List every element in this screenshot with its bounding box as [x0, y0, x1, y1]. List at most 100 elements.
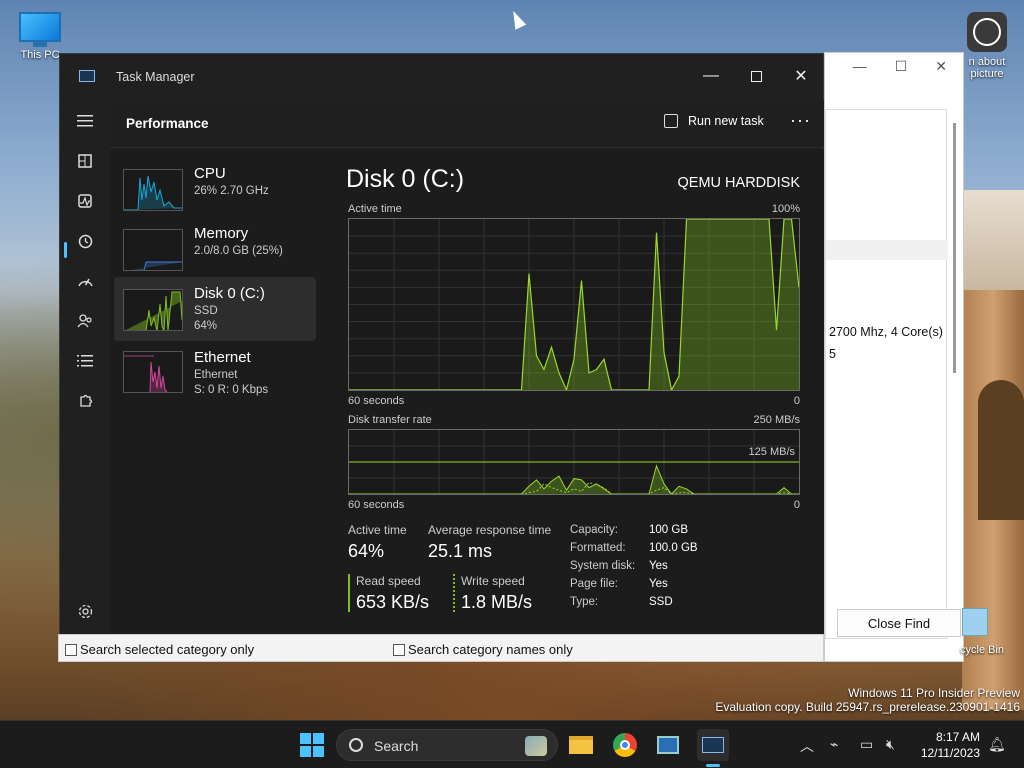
- network-icon[interactable]: ⌁: [830, 736, 838, 753]
- ethernet-thumbnail: [123, 351, 183, 393]
- property-type: Type: SSD: [570, 596, 673, 608]
- notifications-icon[interactable]: 🔔︎: [988, 736, 1006, 753]
- maximize-icon[interactable]: ☐: [895, 58, 908, 76]
- property-formatted: Formatted: 100.0 GB: [570, 542, 698, 554]
- memory-usage: 2.0/8.0 GB (25%): [194, 245, 283, 257]
- maximize-icon: [750, 70, 762, 82]
- find-bar: Search selected category only Search cat…: [58, 634, 824, 662]
- disk-name: Disk 0 (C:): [194, 285, 265, 302]
- cpu-thumbnail: [123, 169, 183, 211]
- read-speed-indicator: [348, 574, 350, 612]
- clock-time: 8:17 AM: [935, 730, 980, 744]
- file-explorer-button[interactable]: [565, 729, 597, 761]
- windows-logo-icon: [300, 733, 324, 757]
- property-page-file: Page file: Yes: [570, 578, 668, 590]
- write-speed-value: 1.8 MB/s: [461, 592, 533, 612]
- active-app-indicator: [706, 764, 720, 767]
- close-find-button[interactable]: Close Find: [837, 609, 961, 637]
- command-bar: Performance Run new task ···: [110, 100, 824, 148]
- disk-model: QEMU HARDDISK: [677, 175, 800, 191]
- navigation-rail: [60, 100, 110, 634]
- system-info-button[interactable]: [652, 729, 684, 761]
- camera-icon: [967, 12, 1007, 52]
- search-highlight-icon: [525, 736, 547, 756]
- search-names-label: Search category names only: [408, 642, 573, 657]
- page-title: Performance: [126, 116, 209, 131]
- settings-icon[interactable]: [74, 600, 96, 622]
- display-icon[interactable]: ▭: [860, 736, 873, 753]
- evaluation-watermark: Windows 11 Pro Insider Preview Evaluatio…: [715, 686, 1020, 714]
- close-icon: ✕: [794, 68, 808, 85]
- minimize-button[interactable]: —: [696, 62, 726, 90]
- search-icon: [349, 738, 363, 752]
- transfer-rate-graph: 125 MB/s: [348, 429, 800, 495]
- perf-item-ethernet[interactable]: Ethernet Ethernet S: 0 R: 0 Kbps: [114, 343, 316, 407]
- app-history-icon[interactable]: [74, 230, 96, 252]
- taskbar-search[interactable]: Search: [336, 729, 558, 761]
- transfer-rate-graph-label: Disk transfer rate: [348, 414, 432, 426]
- wallpaper-arch: [978, 380, 1024, 520]
- performance-sidebar: CPU 26% 2.70 GHz Memory 2.0/8.0 GB (25%)…: [110, 149, 322, 634]
- perf-item-disk[interactable]: Disk 0 (C:) SSD 64%: [114, 277, 316, 341]
- startup-apps-icon[interactable]: [74, 270, 96, 292]
- checkbox-icon: [65, 643, 77, 656]
- ethernet-throughput: S: 0 R: 0 Kbps: [194, 384, 269, 396]
- list-row[interactable]: [826, 240, 948, 260]
- menu-icon[interactable]: [74, 110, 96, 132]
- close-button[interactable]: ✕: [786, 62, 816, 90]
- perf-item-cpu[interactable]: CPU 26% 2.70 GHz: [114, 157, 316, 221]
- task-manager-taskbar-button[interactable]: [697, 729, 729, 761]
- task-manager-window: Task Manager — ✕ Performance Run new tas…: [59, 53, 824, 634]
- title-bar[interactable]: Task Manager — ✕: [60, 54, 823, 100]
- more-options-button[interactable]: ···: [790, 110, 811, 131]
- graph1-x-right: 0: [793, 395, 800, 407]
- clock-date: 12/11/2023: [920, 746, 980, 760]
- cpu-usage: 26% 2.70 GHz: [194, 185, 269, 197]
- start-button[interactable]: [296, 729, 328, 761]
- taskbar-clock[interactable]: 8:17 AM 12/11/2023: [908, 729, 980, 761]
- details-icon[interactable]: [74, 350, 96, 372]
- minimize-icon: —: [703, 67, 719, 84]
- disk-detail-panel: Disk 0 (C:) QEMU HARDDISK Active time 10…: [322, 149, 824, 634]
- graph1-x-left: 60 seconds: [348, 395, 405, 407]
- volume-muted-icon[interactable]: 🔇︎: [886, 736, 895, 753]
- monitor-icon: [19, 12, 61, 42]
- memory-thumbnail: [123, 229, 183, 271]
- task-manager-icon: [702, 737, 724, 753]
- search-selected-checkbox[interactable]: Search selected category only: [65, 642, 254, 657]
- active-time-label: Active time: [348, 523, 407, 537]
- processor-text-2: 5: [829, 347, 836, 361]
- scrollbar[interactable]: [953, 123, 956, 373]
- active-time-graph-max: 100%: [771, 203, 800, 215]
- performance-icon[interactable]: [74, 190, 96, 212]
- recycle-bin-icon[interactable]: cycle Bin: [960, 608, 1024, 656]
- minimize-icon[interactable]: —: [853, 58, 867, 76]
- avg-response-value: 25.1 ms: [428, 541, 493, 561]
- active-time-chart: [349, 218, 800, 392]
- mouse-cursor: [507, 8, 527, 30]
- active-time-value: 64%: [348, 541, 385, 561]
- taskbar: Search ︿ ⌁ ▭ 🔇︎ 8:17 AM 12/11/2023 🔔︎: [0, 720, 1024, 768]
- processor-text: 2700 Mhz, 4 Core(s): [829, 325, 943, 339]
- services-icon[interactable]: [74, 390, 96, 412]
- users-icon[interactable]: [74, 310, 96, 332]
- watermark-line-1: Windows 11 Pro Insider Preview: [848, 686, 1020, 700]
- system-info-icon: [657, 736, 679, 754]
- transfer-rate-chart: [349, 430, 799, 495]
- perf-item-memory[interactable]: Memory 2.0/8.0 GB (25%): [114, 217, 316, 281]
- read-speed-value: 653 KB/s: [356, 592, 430, 612]
- close-icon[interactable]: ✕: [935, 58, 947, 76]
- search-names-checkbox[interactable]: Search category names only: [393, 642, 573, 657]
- window-title: Task Manager: [116, 70, 195, 84]
- bin-icon: [962, 608, 988, 636]
- write-speed-indicator: [453, 574, 455, 612]
- maximize-button[interactable]: [741, 62, 771, 90]
- show-hidden-icons[interactable]: ︿: [800, 736, 814, 756]
- processes-icon[interactable]: [74, 150, 96, 172]
- ethernet-adapter: Ethernet: [194, 369, 238, 381]
- graph2-x-left: 60 seconds: [348, 499, 405, 511]
- read-speed-label: Read speed: [356, 574, 421, 588]
- run-new-task-button[interactable]: Run new task: [664, 114, 764, 128]
- chrome-button[interactable]: [609, 729, 641, 761]
- checkbox-icon: [393, 643, 405, 656]
